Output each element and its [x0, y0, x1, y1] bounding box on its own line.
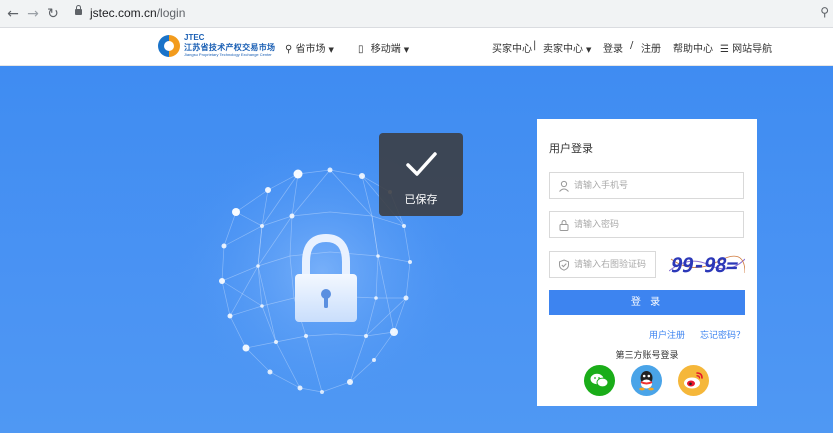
- location-pin-icon: ⚲: [285, 44, 293, 55]
- login-button[interactable]: 登 录: [549, 290, 745, 315]
- phone-field[interactable]: [549, 172, 744, 199]
- captcha-input[interactable]: [574, 257, 654, 273]
- captcha-field[interactable]: [549, 251, 656, 278]
- caret-down-icon: ▼: [328, 46, 334, 54]
- nav-site-map[interactable]: ☰ 网站导航: [720, 40, 772, 55]
- nav-seller-center[interactable]: 卖家中心 ▼: [543, 40, 591, 55]
- logo-name-en: Jiangsu Proprietary Technology Exchange …: [184, 52, 272, 57]
- lock-icon: [559, 219, 569, 231]
- checkmark-icon: [406, 152, 437, 176]
- weibo-icon: [684, 372, 703, 389]
- nav-register[interactable]: 注册: [641, 40, 661, 55]
- toast-text: 已保存: [404, 193, 438, 206]
- login-panel: 用户登录 99-98= 登 录 用户注册 忘记密码？ 第三方账号登录: [537, 119, 757, 406]
- forgot-password-link[interactable]: 忘记密码？: [700, 328, 745, 341]
- site-header: JTEC 江苏省技术产权交易市场 Jiangsu Proprietary Tec…: [0, 28, 833, 66]
- back-arrow-icon[interactable]: ←: [4, 5, 22, 23]
- reload-icon[interactable]: ↻: [44, 5, 62, 23]
- nav-site-map-label: 网站导航: [732, 44, 773, 55]
- wechat-login-button[interactable]: [584, 365, 615, 396]
- url-text[interactable]: jstec.com.cn/login: [90, 6, 185, 20]
- browser-toolbar: ← → ↻ jstec.com.cn/login ⚲: [0, 0, 833, 28]
- nav-help-center[interactable]: 帮助中心: [673, 40, 713, 55]
- qq-login-button[interactable]: [631, 365, 662, 396]
- nav-buyer-center[interactable]: 买家中心: [492, 40, 532, 55]
- third-party-login-title: 第三方账号登录: [615, 351, 679, 361]
- forward-arrow-icon[interactable]: →: [24, 5, 42, 23]
- login-title: 用户登录: [549, 142, 593, 155]
- user-icon: [559, 180, 569, 192]
- password-input[interactable]: [574, 217, 734, 233]
- nav-slash: /: [630, 40, 634, 51]
- phone-input[interactable]: [574, 178, 734, 194]
- register-link[interactable]: 用户注册: [649, 328, 685, 341]
- captcha-text: 99-98=: [669, 253, 740, 277]
- weibo-login-button[interactable]: [678, 365, 709, 396]
- nav-mobile-label: 移动端: [370, 44, 401, 55]
- password-field[interactable]: [549, 211, 744, 238]
- wechat-icon: [590, 373, 609, 388]
- zoom-icon[interactable]: ⚲: [820, 5, 829, 19]
- caret-down-icon: ▼: [403, 46, 410, 54]
- lock-icon: [75, 5, 82, 15]
- nav-login[interactable]: 登录: [603, 40, 623, 55]
- menu-lines-icon: ☰: [720, 44, 729, 55]
- nav-province-market-label: 省市场: [295, 44, 326, 55]
- shield-check-icon: [559, 259, 569, 271]
- qq-icon: [639, 371, 654, 391]
- logo-mark-icon[interactable]: [158, 35, 180, 57]
- nav-seller-center-label: 卖家中心: [543, 44, 583, 55]
- mobile-phone-icon: ▯: [358, 44, 364, 55]
- nav-separator: |: [533, 40, 537, 51]
- logo-abbr[interactable]: JTEC: [184, 33, 204, 42]
- saved-toast: 已保存: [379, 133, 463, 216]
- caret-down-icon: ▼: [586, 46, 592, 54]
- nav-mobile[interactable]: ▯ 移动端 ▼: [358, 40, 409, 55]
- captcha-image[interactable]: 99-98=: [669, 251, 745, 279]
- nav-province-market[interactable]: ⚲ 省市场 ▼: [285, 40, 334, 55]
